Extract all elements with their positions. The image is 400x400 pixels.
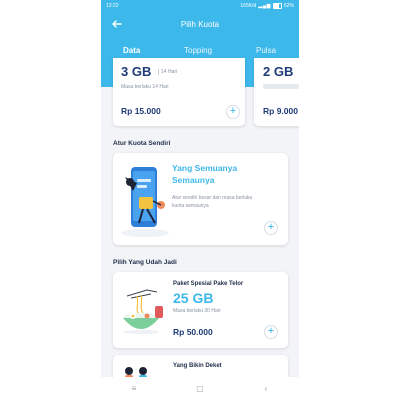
package-price: Rp 15.000 <box>121 106 161 116</box>
package-price: Rp 9.000 <box>263 106 298 116</box>
package-validity-placeholder <box>263 84 299 89</box>
custom-quota-card[interactable]: Yang Semuanya Semaunya Atur sendiri besa… <box>113 153 288 245</box>
package-days: 14 Hari <box>158 69 177 75</box>
menu-icon[interactable]: ≡ <box>127 384 141 393</box>
package-size: 2 GB <box>263 64 294 79</box>
section-title-custom: Atur Kuota Sendiri <box>113 140 171 147</box>
status-right: 165K/d ▂▄▆ 62% <box>240 2 294 9</box>
phone-screen: 13:22 165K/d ▂▄▆ 62% Pilih Kuota Data To… <box>101 0 299 400</box>
kit-price: Rp 50.000 <box>173 327 213 337</box>
promo-desc-line1: Atur sendiri besar dan masa berlaku <box>172 195 253 201</box>
system-nav-bar: ≡ ▢ ‹ <box>101 377 299 400</box>
package-card-3gb[interactable]: 3 GB 14 Hari Masa berlaku 14 Hari Rp 15.… <box>113 58 245 126</box>
kit-size: 25 GB <box>173 290 214 306</box>
package-validity: Masa berlaku 14 Hari <box>121 84 169 90</box>
plus-icon[interactable]: + <box>264 221 278 235</box>
kit-name: Paket Spesial Pake Telor <box>173 281 244 287</box>
promo-title-line1: Yang Semuanya <box>172 163 238 173</box>
home-icon[interactable]: ▢ <box>193 384 207 393</box>
package-size: 3 GB <box>121 64 152 79</box>
battery-icon <box>272 2 282 9</box>
kit-name: Yang Bikin Deket <box>173 363 222 369</box>
tab-pulsa[interactable]: Pulsa <box>256 46 276 55</box>
signal-icon: ▂▄▆ <box>258 2 271 9</box>
kit-validity: Masa berlaku 30 Hari <box>173 308 221 314</box>
back-icon[interactable]: ‹ <box>259 384 273 393</box>
noodle-bowl-illustration <box>123 289 163 334</box>
package-card-2gb[interactable]: 2 GB Rp 9.000 <box>254 58 299 126</box>
network-speed: 165K/d <box>240 2 257 9</box>
status-time: 13:22 <box>106 2 119 9</box>
promo-desc-line2: kuota semaunya <box>172 203 209 209</box>
plus-icon[interactable]: + <box>226 105 240 119</box>
page-title: Pilih Kuota <box>180 20 220 29</box>
section-title-ready: Pilih Yang Udah Jadi <box>113 259 177 266</box>
top-bar: Pilih Kuota <box>101 15 299 35</box>
status-bar: 13:22 165K/d ▂▄▆ 62% <box>101 0 299 11</box>
plus-icon[interactable]: + <box>264 325 278 339</box>
tab-topping[interactable]: Topping <box>184 46 212 55</box>
ready-package-card[interactable]: Paket Spesial Pake Telor 25 GB Masa berl… <box>113 272 288 348</box>
phone-character-illustration <box>121 167 169 237</box>
battery-level: 62% <box>283 2 294 9</box>
tab-data[interactable]: Data <box>123 46 140 55</box>
promo-title-line2: Semaunya <box>172 175 215 185</box>
